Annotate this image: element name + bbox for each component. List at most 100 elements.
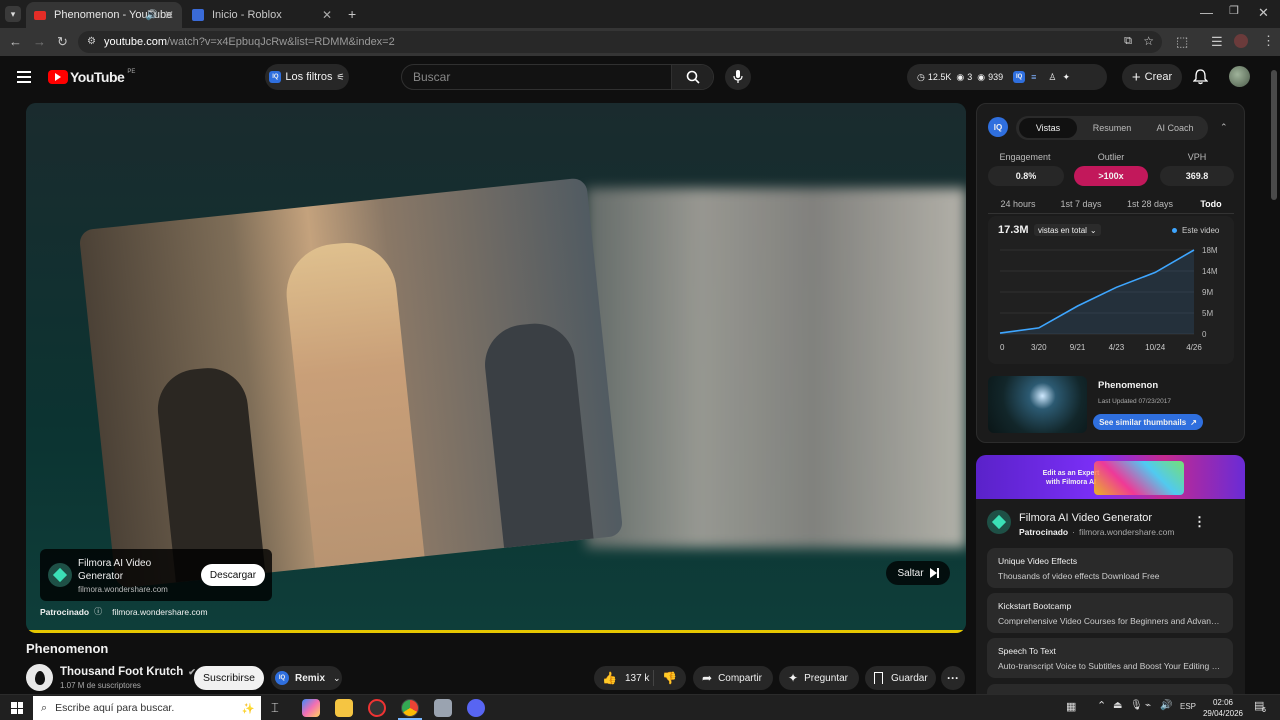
sponsor-domain: filmora.wondershare.com bbox=[1078, 527, 1175, 537]
like-button[interactable]: 👍 137 k bbox=[594, 670, 654, 686]
clock[interactable]: 02:06 29/04/2026 bbox=[1200, 697, 1246, 719]
reload-icon[interactable]: ↻ bbox=[57, 35, 68, 48]
create-label: Crear bbox=[1144, 71, 1173, 83]
forward-arrow-icon[interactable]: → bbox=[33, 35, 46, 48]
sponsor-tile[interactable]: Kickstart Bootcamp Comprehensive Video C… bbox=[987, 593, 1233, 633]
taskbar-search[interactable]: ⌕ Escribe aquí para buscar. ✨ bbox=[33, 696, 261, 720]
kebab-menu-icon[interactable]: ⋮ bbox=[1262, 34, 1275, 47]
browser-tab-roblox[interactable]: Inicio - Roblox ✕ bbox=[184, 2, 340, 28]
tile-desc: Auto-transcript Voice to Subtitles and B… bbox=[998, 661, 1222, 671]
taskbar-search-placeholder[interactable]: Escribe aquí para buscar. bbox=[55, 702, 174, 714]
reading-list-icon[interactable]: ☰ bbox=[1211, 35, 1223, 48]
volume-icon[interactable]: 🔊 bbox=[1160, 700, 1172, 711]
ask-button[interactable]: ✦ Preguntar bbox=[779, 666, 859, 690]
thumbs-down-icon[interactable]: 👎 bbox=[662, 671, 677, 685]
tab-search-button[interactable]: ▾ bbox=[5, 6, 21, 22]
window-close-icon[interactable]: ✕ bbox=[1258, 6, 1269, 19]
voice-search-button[interactable] bbox=[725, 64, 751, 90]
notifications-button[interactable] bbox=[1193, 69, 1208, 85]
microphone-icon[interactable]: 🎙 bbox=[1130, 700, 1143, 711]
collapse-chevron-icon[interactable]: ⌃ bbox=[1220, 122, 1228, 133]
hamburger-menu-icon[interactable] bbox=[17, 71, 31, 83]
range-first-28-days[interactable]: 1st 28 days bbox=[1120, 199, 1180, 209]
similar-thumbnails-button[interactable]: See similar thumbnails ↗ bbox=[1093, 414, 1203, 430]
speaker-icon[interactable]: 🔊 bbox=[146, 10, 158, 21]
channel-name[interactable]: Thousand Foot Krutch bbox=[60, 666, 183, 678]
language-indicator[interactable]: ESP bbox=[1180, 702, 1196, 711]
maximize-icon[interactable]: ❐ bbox=[1229, 6, 1239, 17]
new-tab-icon[interactable]: + bbox=[348, 7, 356, 21]
sponsor-more-icon[interactable]: ⋮ bbox=[1193, 514, 1206, 530]
windows-start-icon[interactable] bbox=[11, 702, 23, 714]
filmora-logo-icon bbox=[987, 510, 1011, 534]
sponsor-tile[interactable]: Speech To Text Auto-transcript Voice to … bbox=[987, 638, 1233, 678]
sponsor-tile-partial[interactable] bbox=[987, 684, 1233, 694]
network-icon[interactable]: ⌁ bbox=[1145, 700, 1151, 711]
range-first-7-days[interactable]: 1st 7 days bbox=[1053, 199, 1109, 209]
remix-button[interactable]: IQ Remix ⌄ bbox=[271, 666, 342, 690]
chrome-icon[interactable] bbox=[401, 699, 419, 717]
media-app-icon[interactable] bbox=[434, 699, 452, 717]
browser-tab-bar: ▾ Phenomenon - YouTube 🔊 ✕ Inicio - Robl… bbox=[0, 0, 1280, 28]
search-button[interactable] bbox=[671, 65, 713, 89]
list-icon[interactable]: ≡ bbox=[1031, 72, 1036, 82]
file-explorer-icon[interactable] bbox=[335, 699, 353, 717]
sponsor-title[interactable]: Filmora AI Video Generator bbox=[1019, 512, 1152, 524]
youtube-logo[interactable]: YouTube PE bbox=[48, 69, 135, 85]
lightbulb-icon[interactable]: ✦ bbox=[1063, 72, 1071, 83]
task-manager-icon[interactable]: ▦ bbox=[1066, 700, 1076, 713]
range-all[interactable]: Todo bbox=[1189, 199, 1233, 209]
browser-tab-youtube[interactable]: Phenomenon - YouTube 🔊 ✕ bbox=[26, 2, 182, 28]
back-arrow-icon[interactable]: ← bbox=[9, 35, 22, 48]
tab-resumen[interactable]: Resumen bbox=[1085, 123, 1139, 133]
channel-avatar[interactable] bbox=[26, 664, 53, 691]
more-actions-button[interactable]: ··· bbox=[941, 666, 965, 690]
discord-icon[interactable] bbox=[467, 699, 485, 717]
video-still-card bbox=[78, 177, 624, 589]
ad-footer-domain[interactable]: filmora.wondershare.com bbox=[112, 607, 207, 617]
related-thumbnail[interactable] bbox=[988, 376, 1087, 433]
search-input[interactable]: Buscar bbox=[402, 70, 671, 84]
trophy-icon[interactable]: ♙ bbox=[1048, 72, 1056, 83]
ad-overlay-card[interactable]: Filmora AI Video Generator filmora.wonde… bbox=[40, 549, 272, 601]
usb-icon[interactable]: ⏏ bbox=[1113, 700, 1122, 711]
tab-vistas[interactable]: Vistas bbox=[1019, 118, 1077, 138]
clock-date: 29/04/2026 bbox=[1202, 709, 1244, 718]
account-avatar[interactable] bbox=[1229, 66, 1250, 87]
close-tab-icon[interactable]: ✕ bbox=[322, 8, 332, 22]
save-button[interactable]: Guardar bbox=[865, 666, 936, 690]
views-dropdown[interactable]: vistas en total ⌄ bbox=[1034, 224, 1101, 236]
address-bar[interactable]: ⚙ youtube.com/watch?v=x4EpbuqJcRw&list=R… bbox=[78, 31, 1162, 53]
channel-name-row[interactable]: Thousand Foot Krutch ✔ bbox=[60, 666, 196, 678]
profile-avatar-icon[interactable] bbox=[1234, 34, 1248, 48]
sponsor-tile[interactable]: Unique Video Effects Thousands of video … bbox=[987, 548, 1233, 588]
copilot-icon[interactable] bbox=[302, 699, 320, 717]
app-icon[interactable] bbox=[368, 699, 386, 717]
tab-ai-coach[interactable]: AI Coach bbox=[1148, 123, 1202, 133]
share-button[interactable]: ➦ Compartir bbox=[693, 666, 773, 690]
range-24-hours[interactable]: 24 hours bbox=[990, 199, 1046, 209]
tray-chevron-icon[interactable]: ⌃ bbox=[1097, 699, 1106, 712]
iq-logo-icon[interactable]: IQ bbox=[1013, 71, 1026, 83]
page-scrollbar[interactable] bbox=[1271, 70, 1277, 200]
minimize-icon[interactable]: — bbox=[1200, 6, 1213, 19]
search-box[interactable]: Buscar bbox=[401, 64, 714, 90]
create-button[interactable]: + Crear bbox=[1122, 64, 1182, 90]
download-button[interactable]: Descargar bbox=[201, 564, 265, 586]
bookmark-star-icon[interactable]: ☆ bbox=[1143, 34, 1154, 48]
extensions-icon[interactable]: ⬚ bbox=[1176, 35, 1188, 48]
ad-progress-bar[interactable] bbox=[26, 630, 966, 633]
ask-label: Preguntar bbox=[804, 672, 848, 684]
subscribe-button[interactable]: Suscribirse bbox=[194, 666, 264, 690]
views-dropdown-label: vistas en total bbox=[1038, 225, 1087, 235]
video-player[interactable]: Filmora AI Video Generator filmora.wonde… bbox=[26, 103, 966, 633]
install-app-icon[interactable]: ⧉ bbox=[1124, 35, 1132, 48]
task-view-icon[interactable]: ⌶ bbox=[271, 700, 279, 716]
microphone-icon bbox=[733, 70, 743, 83]
site-info-icon[interactable]: ⚙ bbox=[87, 36, 96, 47]
clock-time: 02:06 bbox=[1212, 698, 1234, 707]
close-tab-icon[interactable]: ✕ bbox=[164, 8, 174, 22]
skip-ad-button[interactable]: Saltar bbox=[886, 561, 950, 585]
filters-button[interactable]: IQ Los filtros ⚟ bbox=[265, 64, 349, 90]
info-icon[interactable]: ⓘ bbox=[94, 606, 102, 617]
